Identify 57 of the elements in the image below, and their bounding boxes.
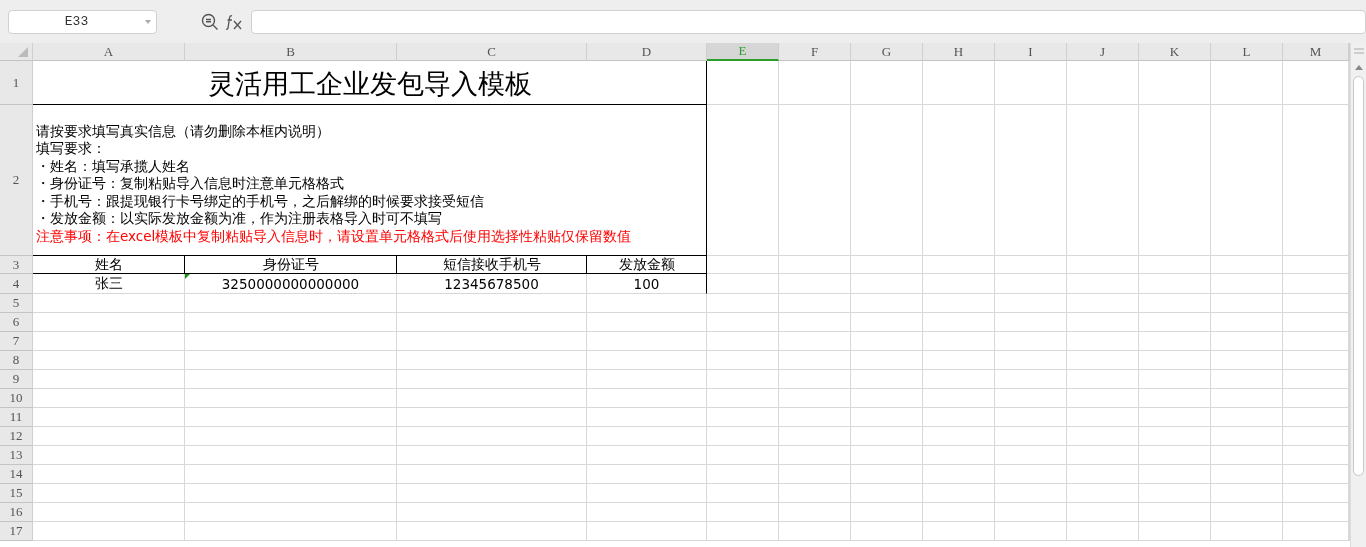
table-cell: 张三: [33, 274, 185, 294]
column-header[interactable]: G: [851, 43, 923, 61]
column-header[interactable]: K: [1139, 43, 1211, 61]
zoom-out-icon[interactable]: [201, 12, 219, 31]
table-header-cell: 身份证号: [185, 256, 397, 274]
up-arrow-icon[interactable]: [1354, 65, 1363, 70]
scroll-thumb[interactable]: [1353, 76, 1364, 476]
row-header[interactable]: 16: [0, 503, 33, 522]
row-header[interactable]: 9: [0, 370, 33, 389]
row-header[interactable]: 7: [0, 332, 33, 351]
instruction-text: 填写要求：: [36, 140, 107, 158]
formula-input-field[interactable]: [251, 9, 1366, 34]
row-header[interactable]: 3: [0, 256, 33, 274]
row-header[interactable]: 12: [0, 427, 33, 446]
row-header[interactable]: 8: [0, 351, 33, 370]
caret-icon[interactable]: [144, 18, 152, 25]
row-header[interactable]: 15: [0, 484, 33, 503]
column-header[interactable]: D: [587, 43, 707, 61]
sheet-title: 灵活用工企业发包导入模板: [33, 61, 707, 105]
column-header[interactable]: B: [185, 43, 397, 61]
column-header[interactable]: C: [397, 43, 587, 61]
grip-icon[interactable]: [1353, 48, 1364, 54]
row-header[interactable]: 11: [0, 408, 33, 427]
column-header[interactable]: J: [1067, 43, 1139, 61]
table-header-cell: 姓名: [33, 256, 185, 274]
column-header[interactable]: L: [1211, 43, 1283, 61]
select-all-icon[interactable]: [18, 47, 28, 57]
row-header[interactable]: 17: [0, 522, 33, 541]
row-header[interactable]: 10: [0, 389, 33, 408]
row-header[interactable]: 2: [0, 105, 33, 256]
warning-text: 注意事项：在excel模板中复制粘贴导入信息时，请设置单元格格式后使用选择性粘贴仅保留数值: [36, 227, 633, 245]
column-header[interactable]: M: [1283, 43, 1349, 61]
row-header[interactable]: 13: [0, 446, 33, 465]
table-header-cell: 发放金额: [587, 256, 707, 274]
vertical-scrollbar[interactable]: [1350, 43, 1366, 547]
instruction-text: 请按要求填写真实信息（请勿删除本框内说明）: [36, 122, 331, 140]
table-header-cell: 短信接收手机号: [397, 256, 587, 274]
name-box[interactable]: E33: [8, 9, 157, 34]
column-header[interactable]: I: [995, 43, 1067, 61]
row-header[interactable]: 14: [0, 465, 33, 484]
column-header[interactable]: H: [923, 43, 995, 61]
row-header[interactable]: 4: [0, 274, 33, 294]
function-icon[interactable]: [225, 13, 243, 30]
table-cell: 3250000000000000: [185, 274, 397, 294]
instruction-text: ・姓名：填写承揽人姓名: [36, 157, 191, 175]
row-header[interactable]: 1: [0, 61, 33, 105]
column-header[interactable]: F: [779, 43, 851, 61]
column-header[interactable]: A: [33, 43, 185, 61]
cell-reference: E33: [63, 14, 90, 29]
row-header[interactable]: 6: [0, 313, 33, 332]
instruction-text: ・手机号：跟提现银行卡号绑定的手机号，之后解绑的时候要求接受短信: [36, 192, 485, 210]
table-cell: 100: [587, 274, 707, 294]
row-header[interactable]: 5: [0, 294, 33, 313]
table-cell: 12345678500: [397, 274, 587, 294]
error-indicator-icon: [185, 274, 190, 279]
instruction-text: ・发放金额：以实际发放金额为准，作为注册表格导入时可不填写: [36, 210, 443, 228]
instruction-text: ・身份证号：复制粘贴导入信息时注意单元格格式: [36, 175, 345, 193]
